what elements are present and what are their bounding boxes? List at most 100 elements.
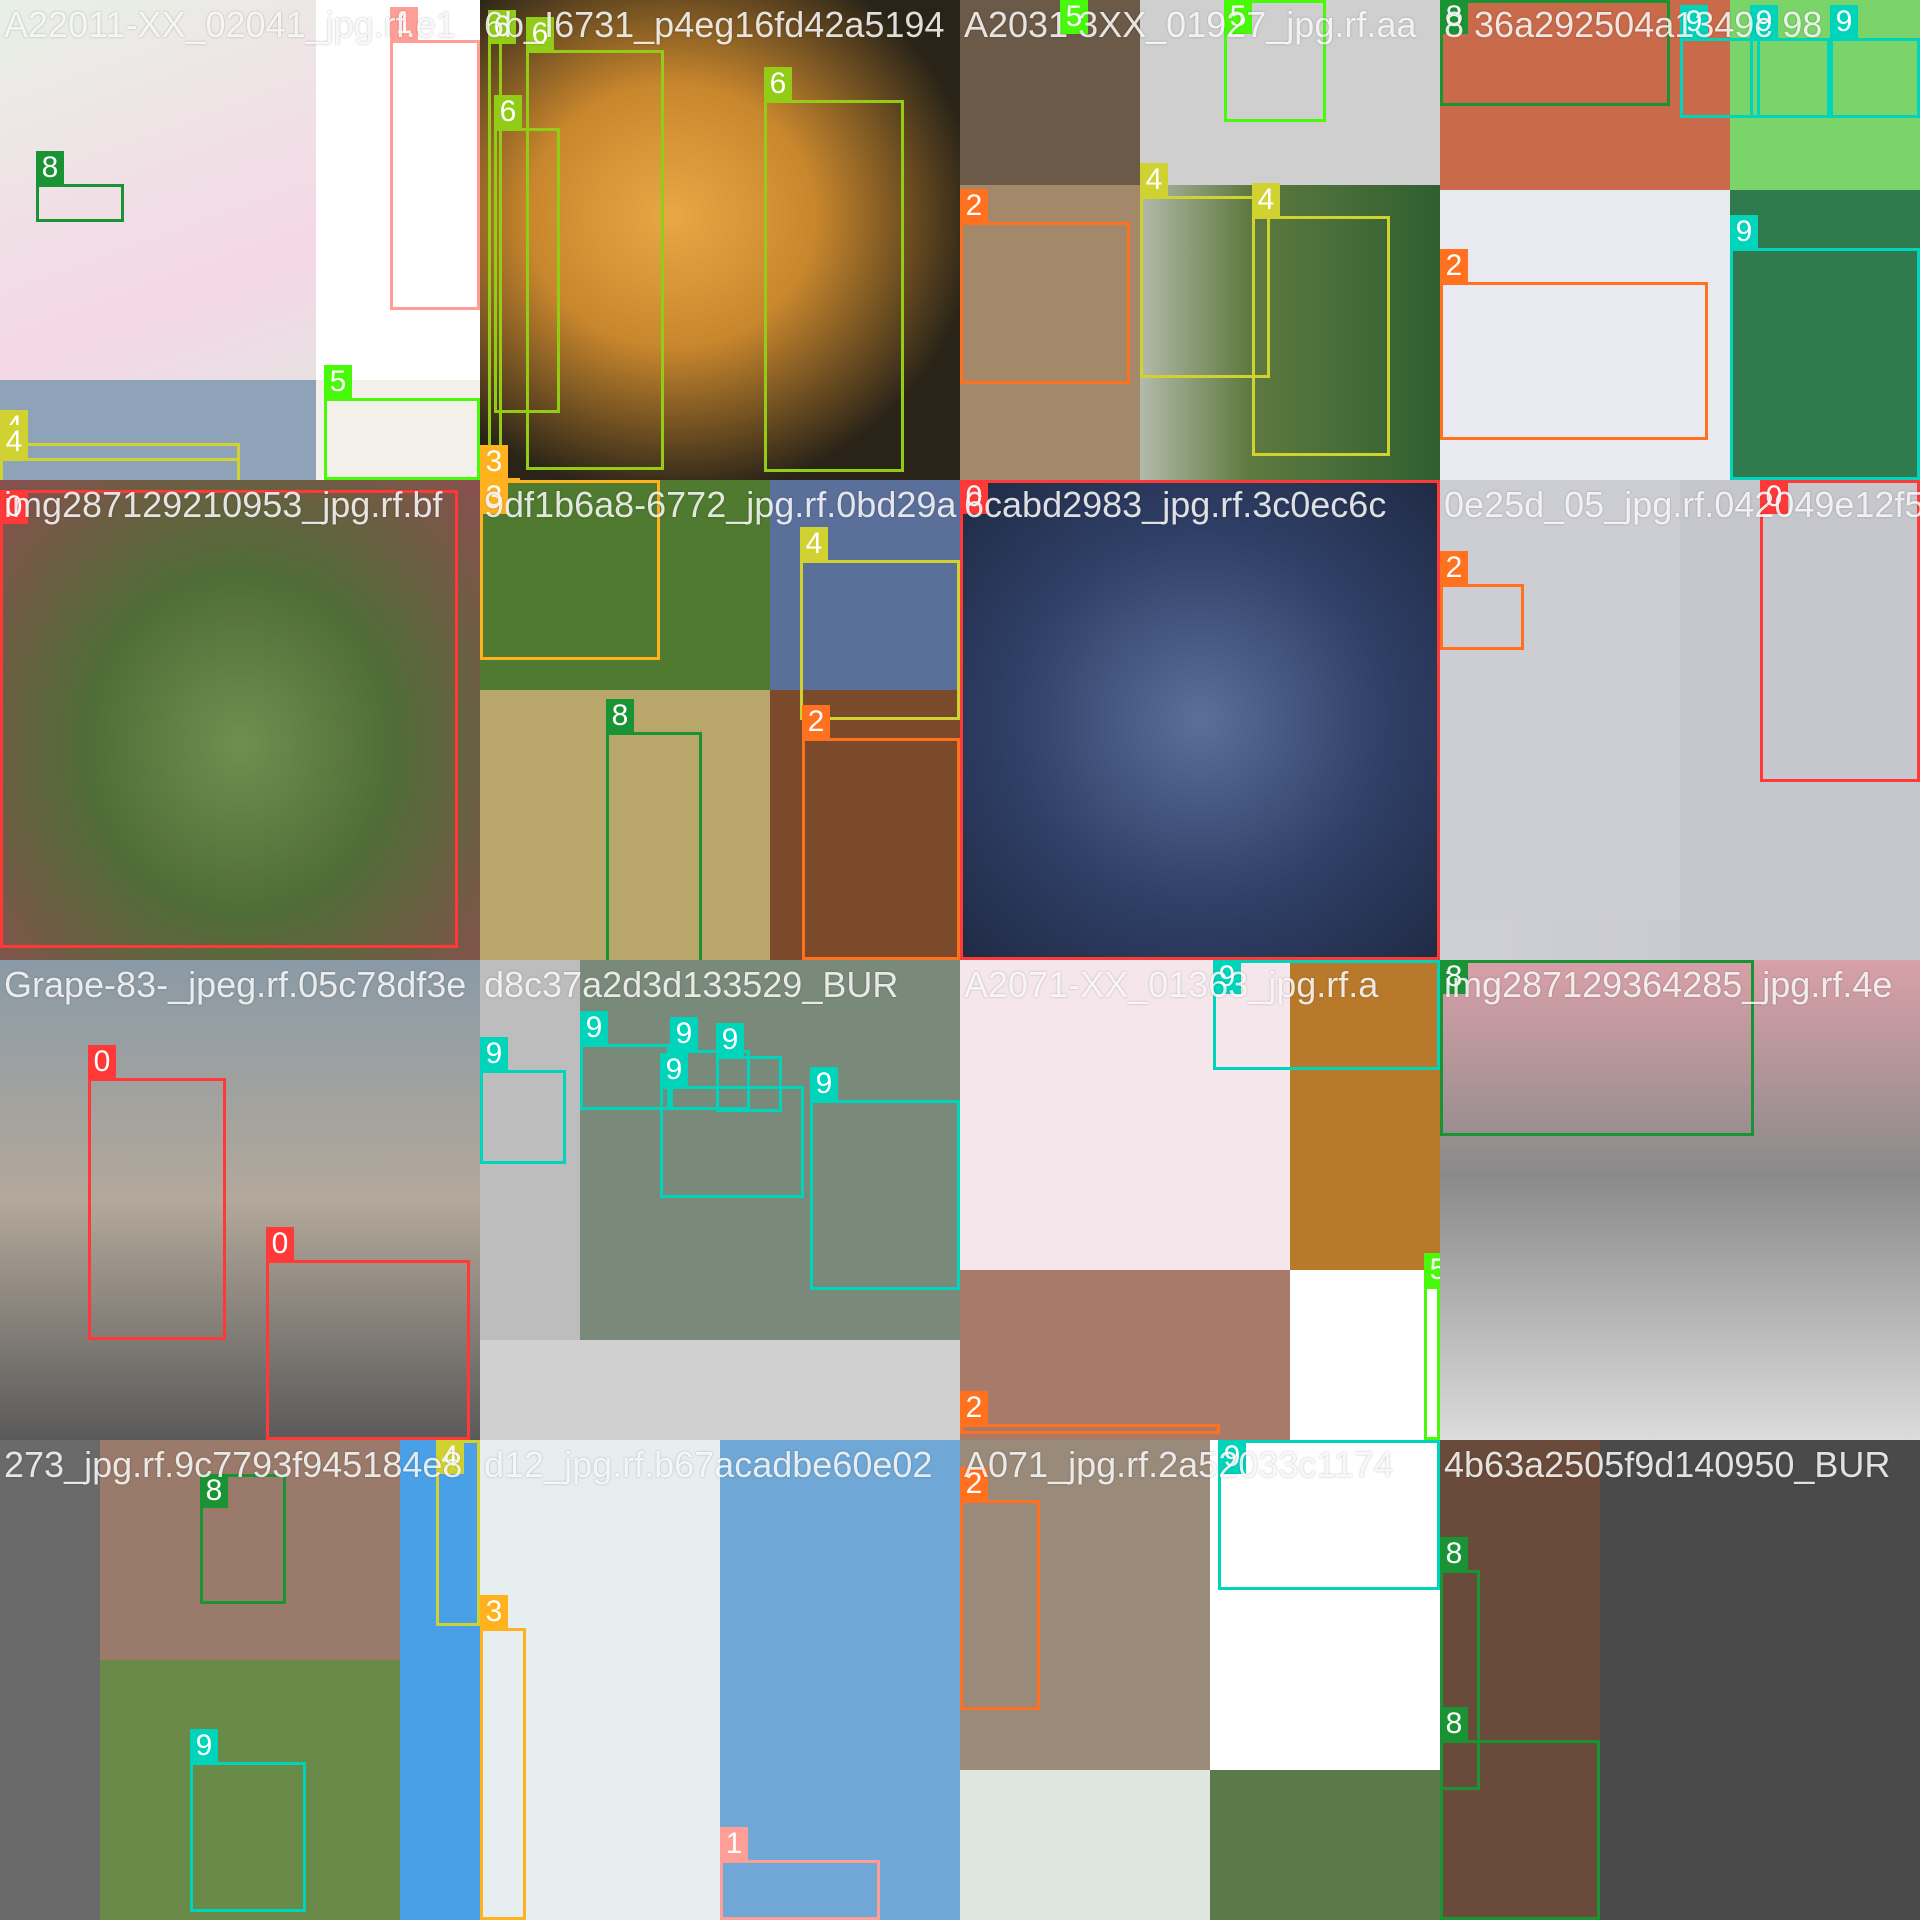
bounding-box: 0 xyxy=(0,490,458,948)
tile-photo-segment xyxy=(960,0,1140,185)
image-tile: 0 6cabd2983_jpg.rf.3c0ec6c xyxy=(960,480,1440,960)
bounding-box: 8 xyxy=(36,151,124,222)
bounding-box: 0 xyxy=(960,480,1440,960)
bounding-box: 0 xyxy=(266,1227,470,1440)
bounding-box: 2 xyxy=(960,189,1130,384)
bounding-box: 9 xyxy=(1218,1440,1440,1590)
class-label: 2 xyxy=(960,1467,988,1501)
bounding-box: 6 xyxy=(764,67,904,472)
class-label: 4 xyxy=(0,425,28,459)
class-label: 9 xyxy=(716,1023,744,1057)
bounding-box: 2 xyxy=(960,1467,1040,1710)
bounding-box: 4 xyxy=(800,527,960,720)
class-label: 9 xyxy=(1730,215,1758,249)
class-label: 2 xyxy=(1440,551,1468,585)
bounding-box: 8 xyxy=(1440,1707,1600,1920)
bounding-box: 1 xyxy=(720,1827,880,1920)
class-label: 4 xyxy=(1252,183,1280,217)
class-label: 9 xyxy=(1213,960,1241,994)
class-label: 8 xyxy=(1440,1707,1468,1741)
class-label: 1 xyxy=(720,1827,748,1861)
bounding-box: 4 xyxy=(436,1440,480,1626)
tile-photo-segment xyxy=(720,1440,960,1920)
bounding-box: 5 xyxy=(324,365,480,480)
class-label: 9 xyxy=(580,1011,608,1045)
bounding-box: 9 xyxy=(810,1067,960,1290)
class-label: 9 xyxy=(810,1067,838,1101)
image-tile: 8 4 9 273_jpg.rf.9c7793f945184e8 xyxy=(0,1440,480,1920)
bounding-box: 5 xyxy=(1424,1253,1440,1440)
tile-photo-segment xyxy=(0,1440,100,1920)
class-label: 2 xyxy=(960,1391,988,1425)
class-label: 6 xyxy=(488,10,516,44)
class-label: 9 xyxy=(190,1729,218,1763)
class-label: 9 xyxy=(1680,5,1708,39)
tile-photo-segment xyxy=(1290,1270,1440,1440)
class-label: 2 xyxy=(960,189,988,223)
class-label: 4 xyxy=(800,527,828,561)
image-tile: 0 img287129210953_jpg.rf.bf xyxy=(0,480,480,960)
bounding-box: 2 xyxy=(1440,551,1524,650)
class-label: 3 xyxy=(480,1595,508,1629)
class-label: 3 xyxy=(480,480,508,514)
class-label: 0 xyxy=(0,490,28,524)
class-label: 0 xyxy=(960,480,988,514)
image-tile: 2 0 0e25d_05_jpg.rf.042049e12f5 xyxy=(1440,480,1920,960)
bounding-box: 8 xyxy=(1440,960,1754,1136)
bounding-box: 0 xyxy=(1760,480,1920,782)
bounding-box: 5 xyxy=(1224,0,1326,122)
class-label: 9 xyxy=(480,1037,508,1071)
bounding-box: 4 xyxy=(0,425,240,480)
class-label: 0 xyxy=(266,1227,294,1261)
class-label: 4 xyxy=(1140,163,1168,197)
image-tile: 3 4 8 2 9df1b6a8-6772_jpg.rf.0bd29a xyxy=(480,480,960,960)
bounding-box: 9 xyxy=(480,1037,566,1164)
class-label: 5 xyxy=(1060,0,1088,34)
bounding-box: 6 xyxy=(494,95,560,413)
image-tile: 2 9 A071_jpg.rf.2a52033c1174 xyxy=(960,1440,1440,1920)
bounding-box: 3 xyxy=(480,1595,526,1920)
tile-photo-segment xyxy=(480,1340,960,1440)
bounding-box: 3 xyxy=(480,480,660,660)
class-label: 8 xyxy=(200,1474,228,1508)
image-tile: 0 0 Grape-83-_jpeg.rf.05c78df3e xyxy=(0,960,480,1440)
bounding-box: 9 xyxy=(660,1053,804,1198)
class-label: 5 xyxy=(1224,0,1252,34)
bounding-box: 0 xyxy=(88,1045,226,1340)
tile-photo-segment xyxy=(1600,1440,1920,1920)
image-tile: 3 1 d12_jpg.rf.b67acadbe60e02 xyxy=(480,1440,960,1920)
bounding-box: 9 xyxy=(190,1729,306,1912)
class-label: 8 xyxy=(36,151,64,185)
bounding-box: 8 xyxy=(200,1474,286,1604)
image-tile: 8999298 36a292504a1349c 98 xyxy=(1440,0,1920,480)
image-tile: 5 5 2 4 4 A2031 3XX_01927_jpg.rf.aa xyxy=(960,0,1440,480)
class-label: 2 xyxy=(802,705,830,739)
bounding-box: 4 xyxy=(1252,183,1390,456)
class-label: 8 xyxy=(1440,0,1468,34)
image-tile: 8 8 4b63a2505f9d140950_BUR xyxy=(1440,1440,1920,1920)
class-label: 9 xyxy=(1830,5,1858,39)
class-label: 8 xyxy=(606,699,634,733)
bounding-box: 1 xyxy=(390,7,480,310)
class-label: 9 xyxy=(1750,5,1778,39)
tile-photo-segment xyxy=(1440,480,1680,920)
class-label: 6 xyxy=(526,17,554,51)
class-label: 8 xyxy=(1440,1537,1468,1571)
class-label: 1 xyxy=(390,7,418,41)
class-label: 5 xyxy=(1424,1253,1440,1287)
tile-photo-segment xyxy=(960,1270,1290,1440)
class-label: 4 xyxy=(436,1440,464,1474)
class-label: 5 xyxy=(324,365,352,399)
class-label: 9 xyxy=(670,1017,698,1051)
image-tile: 81445A22011-XX_02041_jpg.rf.e1 xyxy=(0,0,480,480)
class-label: 0 xyxy=(88,1045,116,1079)
bounding-box: 9 xyxy=(1830,5,1920,118)
bounding-box: 8 xyxy=(1440,0,1670,106)
class-label: 8 xyxy=(1440,960,1468,994)
bounding-box: 9 xyxy=(1730,215,1920,480)
bounding-box: 2 xyxy=(960,1391,1220,1434)
class-label: 6 xyxy=(494,95,522,129)
tile-photo-segment xyxy=(1210,1770,1440,1920)
detection-mosaic: 81445A22011-XX_02041_jpg.rf.e1666636b_I6… xyxy=(0,0,1920,1920)
bounding-box: 8 xyxy=(606,699,702,960)
